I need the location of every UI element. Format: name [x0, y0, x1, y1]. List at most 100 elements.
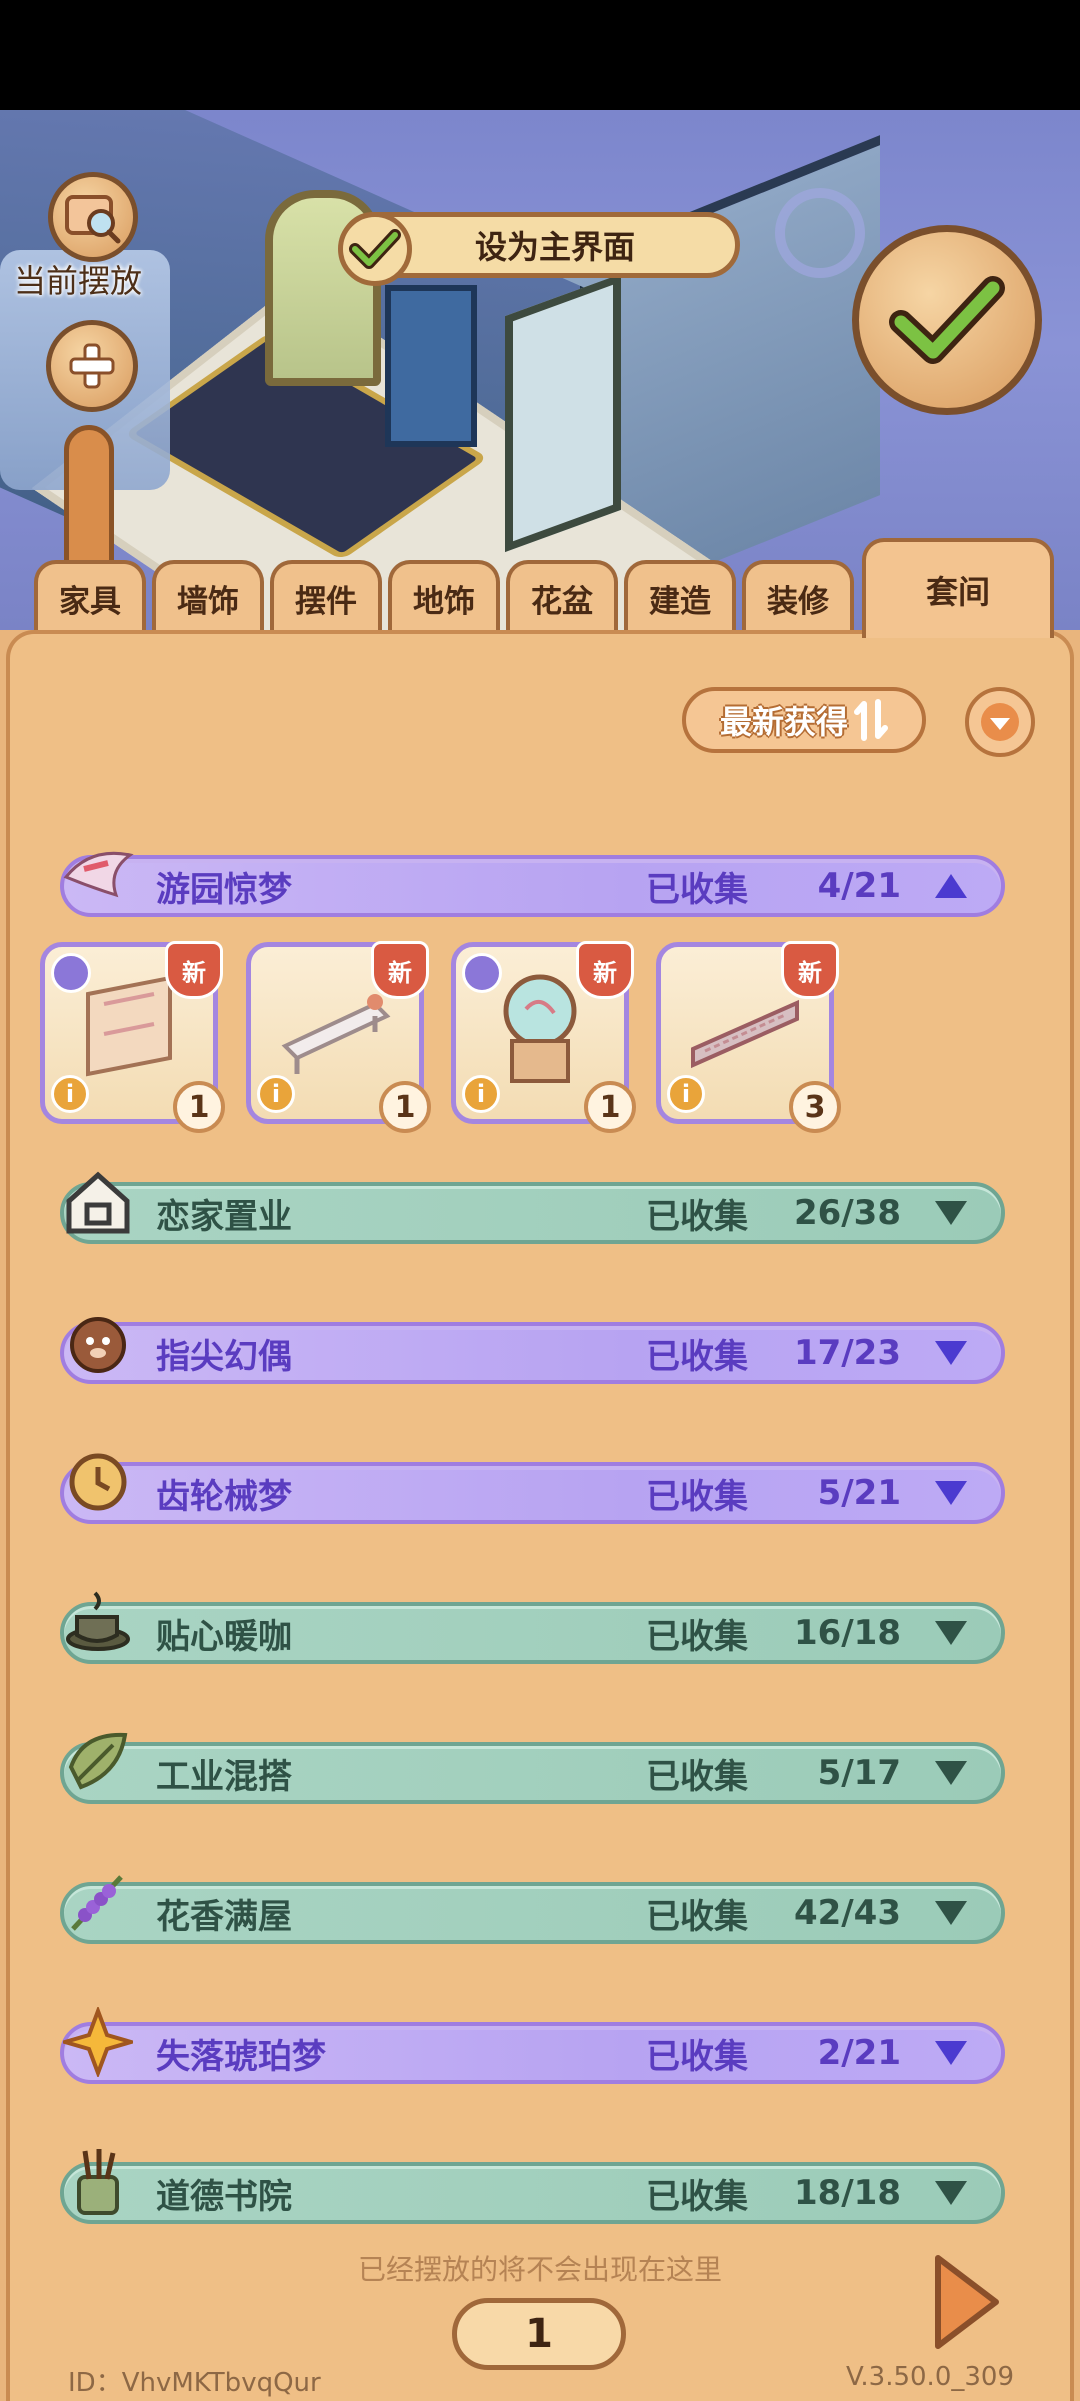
set-row-zhijian[interactable]: 指尖幻偶 已收集 17/23	[60, 1317, 1005, 1384]
brush-icon	[60, 2144, 136, 2220]
new-badge: 新	[165, 941, 223, 999]
info-icon[interactable]: i	[257, 1075, 295, 1113]
set-collected-label: 已收集	[646, 1616, 748, 1657]
current-placement-button[interactable]	[48, 172, 138, 262]
filter-dropdown-button[interactable]	[965, 687, 1035, 757]
lavender-icon	[60, 1864, 136, 1940]
set-count: 26/38	[793, 1193, 901, 1233]
quantity-badge: 1	[173, 1081, 225, 1133]
chevron-down-icon[interactable]	[931, 1197, 971, 1229]
set-collected-label: 已收集	[646, 1476, 748, 1517]
set-row-daode[interactable]: 道德书院 已收集 18/18	[60, 2149, 1005, 2224]
chevron-down-icon[interactable]	[931, 1477, 971, 1509]
set-count: 18/18	[793, 2173, 901, 2213]
sort-button[interactable]: 最新获得	[682, 687, 926, 753]
status-bar	[0, 0, 1080, 110]
magnifier-map-icon	[65, 195, 121, 244]
room-cabinet	[385, 285, 477, 447]
set-name: 失落琥珀梦	[156, 2036, 326, 2077]
set-count: 42/43	[793, 1893, 901, 1933]
set-count: 16/18	[793, 1613, 901, 1653]
set-collected-label: 已收集	[646, 2176, 748, 2217]
set-collected-label: 已收集	[646, 869, 748, 910]
chevron-down-icon	[981, 703, 1019, 741]
set-name: 游园惊梦	[156, 869, 292, 910]
set-as-home-checkbox[interactable]	[338, 212, 412, 286]
version-label: V.3.50.0_309	[845, 2362, 1014, 2392]
confirm-button[interactable]	[852, 225, 1042, 415]
item-card[interactable]: 新 i 1	[40, 941, 225, 1133]
chevron-down-icon[interactable]	[931, 1897, 971, 1929]
set-as-home-label: 设为主界面	[474, 228, 635, 266]
chevron-up-icon[interactable]	[931, 870, 971, 902]
chevron-down-icon[interactable]	[931, 2177, 971, 2209]
tab-ornaments[interactable]: 摆件	[270, 560, 382, 632]
tab-flowerpots[interactable]: 花盆	[506, 560, 618, 632]
star-icon	[60, 2004, 136, 2080]
puppy-icon	[60, 1304, 136, 1380]
chevron-down-icon[interactable]	[931, 1617, 971, 1649]
tab-floor-decor[interactable]: 地饰	[388, 560, 500, 632]
coffee-icon	[60, 1584, 136, 1660]
sort-arrows-icon	[854, 699, 888, 741]
plus-icon	[69, 343, 115, 389]
set-collected-label: 已收集	[646, 1196, 748, 1237]
set-name: 恋家置业	[156, 1196, 292, 1237]
set-name: 齿轮械梦	[156, 1476, 292, 1517]
next-page-button[interactable]	[930, 2252, 1002, 2352]
set-count: 2/21	[817, 2033, 901, 2073]
play-arrow-icon	[935, 2255, 999, 2349]
set-collected-label: 已收集	[646, 1896, 748, 1937]
set-count: 5/21	[817, 1473, 901, 1513]
checkmark-icon	[349, 229, 401, 269]
new-badge: 新	[371, 941, 429, 999]
info-icon[interactable]: i	[51, 1075, 89, 1113]
big-checkmark-icon	[889, 276, 1005, 364]
sort-label: 最新获得	[719, 703, 848, 741]
set-name: 指尖幻偶	[156, 1336, 292, 1377]
info-icon[interactable]: i	[462, 1075, 500, 1113]
new-badge: 新	[576, 941, 634, 999]
house-icon	[60, 1164, 136, 1240]
footer-note: 已经摆放的将不会出现在这里	[357, 2253, 722, 2286]
page-indicator: 1	[452, 2298, 626, 2370]
set-name: 花香满屋	[156, 1896, 292, 1937]
info-icon[interactable]: i	[667, 1075, 705, 1113]
clock-icon	[60, 1444, 136, 1520]
add-button[interactable]	[46, 320, 138, 412]
item-card[interactable]: 新 i 1	[246, 941, 431, 1133]
set-collected-label: 已收集	[646, 2036, 748, 2077]
set-count: 5/17	[817, 1753, 901, 1793]
room-door	[505, 273, 621, 553]
user-id: ID：VhvMKTbvqQur	[68, 2368, 321, 2398]
set-name: 贴心暖咖	[156, 1616, 292, 1657]
new-badge: 新	[781, 941, 839, 999]
leaf-icon	[60, 1724, 136, 1800]
set-name: 工业混搭	[156, 1756, 292, 1797]
chevron-down-icon[interactable]	[931, 1337, 971, 1369]
set-row-shiluo[interactable]: 失落琥珀梦 已收集 2/21	[60, 2007, 1005, 2084]
quantity-badge: 1	[379, 1081, 431, 1133]
set-row-youyuan[interactable]: 游园惊梦 已收集 4/21	[60, 851, 1005, 917]
tab-suites[interactable]: 套间	[862, 538, 1054, 638]
chevron-down-icon[interactable]	[931, 1757, 971, 1789]
bird-icon	[60, 837, 136, 913]
set-count: 17/23	[793, 1333, 901, 1373]
set-row-lianjia[interactable]: 恋家置业 已收集 26/38	[60, 1171, 1005, 1244]
item-card[interactable]: 新 i 1	[451, 941, 636, 1133]
tab-renovation[interactable]: 装修	[742, 560, 854, 632]
quantity-badge: 3	[789, 1081, 841, 1133]
set-row-tiexin[interactable]: 贴心暖咖 已收集 16/18	[60, 1591, 1005, 1664]
quantity-badge: 1	[584, 1081, 636, 1133]
tab-furniture[interactable]: 家具	[34, 560, 146, 632]
set-row-chilun[interactable]: 齿轮械梦 已收集 5/21	[60, 1453, 1005, 1524]
set-count: 4/21	[817, 866, 901, 906]
set-row-huaxiang[interactable]: 花香满屋 已收集 42/43	[60, 1875, 1005, 1944]
item-card[interactable]: 新 i 3	[656, 941, 841, 1133]
tab-wall-decor[interactable]: 墙饰	[152, 560, 264, 632]
tab-building[interactable]: 建造	[624, 560, 736, 632]
set-collected-label: 已收集	[646, 1336, 748, 1377]
sun-decoration-icon	[775, 188, 865, 278]
set-row-gongye[interactable]: 工业混搭 已收集 5/17	[60, 1732, 1005, 1804]
chevron-down-icon[interactable]	[931, 2037, 971, 2069]
